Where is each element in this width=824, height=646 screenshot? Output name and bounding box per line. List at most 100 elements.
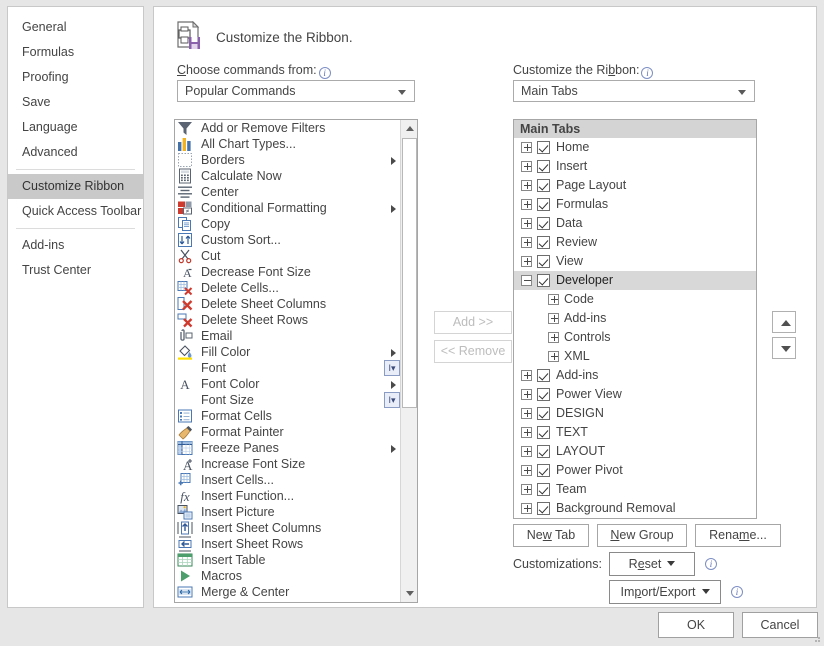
expand-icon[interactable]	[521, 237, 532, 248]
command-list-item[interactable]: All Chart Types...	[175, 136, 402, 152]
sidebar-item-language[interactable]: Language	[8, 115, 143, 140]
tree-item[interactable]: Review	[514, 233, 756, 252]
scroll-down-button[interactable]	[401, 585, 417, 602]
tree-item[interactable]: Insert	[514, 157, 756, 176]
expand-icon[interactable]	[521, 142, 532, 153]
command-list-item[interactable]: A Font Color	[175, 376, 402, 392]
new-tab-button[interactable]: New Tab	[513, 524, 589, 547]
expand-icon[interactable]	[548, 294, 559, 305]
move-up-button[interactable]	[772, 311, 796, 333]
expand-icon[interactable]	[521, 503, 532, 514]
command-list-item[interactable]: Insert Sheet Rows	[175, 536, 402, 552]
commands-list[interactable]: Add or Remove Filters All Chart Types... B…	[174, 119, 418, 603]
add-button[interactable]: Add >>	[434, 311, 512, 334]
expand-icon[interactable]	[521, 218, 532, 229]
command-list-item[interactable]: ≠ Conditional Formatting	[175, 200, 402, 216]
tree-item[interactable]: Code	[514, 290, 756, 309]
command-list-item[interactable]: Freeze Panes	[175, 440, 402, 456]
tree-item[interactable]: View	[514, 252, 756, 271]
sidebar-item-advanced[interactable]: Advanced	[8, 140, 143, 165]
info-icon[interactable]: i	[641, 67, 654, 79]
expand-icon[interactable]	[521, 484, 532, 495]
resize-grip[interactable]	[811, 633, 821, 643]
tree-item[interactable]: Background Removal	[514, 499, 756, 518]
command-list-item[interactable]: Delete Sheet Columns	[175, 296, 402, 312]
command-list-item[interactable]: Font Size I▾	[175, 392, 402, 408]
collapse-icon[interactable]	[521, 275, 532, 286]
new-group-button[interactable]: New Group	[597, 524, 687, 547]
tree-item[interactable]: Home	[514, 138, 756, 157]
expand-icon[interactable]	[521, 180, 532, 191]
tree-item-checkbox[interactable]	[537, 198, 550, 211]
expand-icon[interactable]	[521, 389, 532, 400]
command-list-item[interactable]: Font I▾	[175, 360, 402, 376]
submenu-arrow-icon[interactable]	[391, 445, 396, 453]
tree-item[interactable]: Formulas	[514, 195, 756, 214]
submenu-arrow-icon[interactable]	[391, 157, 396, 165]
tree-item-checkbox[interactable]	[537, 483, 550, 496]
expand-icon[interactable]	[548, 332, 559, 343]
expand-icon[interactable]	[521, 370, 532, 381]
combo-dropdown-icon[interactable]: I▾	[384, 392, 400, 408]
info-icon[interactable]: i	[731, 586, 743, 598]
expand-icon[interactable]	[521, 408, 532, 419]
command-list-item[interactable]: Insert Picture	[175, 504, 402, 520]
choose-commands-from-select[interactable]: Popular Commands	[177, 80, 415, 102]
tree-item[interactable]: Add-ins	[514, 366, 756, 385]
submenu-arrow-icon[interactable]	[391, 205, 396, 213]
tree-item[interactable]: TEXT	[514, 423, 756, 442]
tree-item-checkbox[interactable]	[537, 236, 550, 249]
expand-icon[interactable]	[521, 427, 532, 438]
tree-item-checkbox[interactable]	[537, 160, 550, 173]
tree-item[interactable]: Developer	[514, 271, 756, 290]
command-list-item[interactable]: Copy	[175, 216, 402, 232]
tree-item[interactable]: Power Pivot	[514, 461, 756, 480]
info-icon[interactable]: i	[318, 67, 331, 79]
tree-item[interactable]: Data	[514, 214, 756, 233]
expand-icon[interactable]	[521, 256, 532, 267]
main-tabs-tree[interactable]: Main Tabs Home Insert Page Layout Formulas D…	[513, 119, 757, 519]
command-list-item[interactable]: Insert Sheet Columns	[175, 520, 402, 536]
command-list-item[interactable]: Cut	[175, 248, 402, 264]
tree-item[interactable]: Page Layout	[514, 176, 756, 195]
expand-icon[interactable]	[548, 313, 559, 324]
command-list-item[interactable]: Delete Cells...	[175, 280, 402, 296]
command-list-item[interactable]: Format Painter	[175, 424, 402, 440]
command-list-item[interactable]: A Decrease Font Size	[175, 264, 402, 280]
sidebar-item-add-ins[interactable]: Add-ins	[8, 233, 143, 258]
tree-item[interactable]: Add-ins	[514, 309, 756, 328]
tree-item-checkbox[interactable]	[537, 274, 550, 287]
command-list-item[interactable]: Insert Table	[175, 552, 402, 568]
tree-item[interactable]: DESIGN	[514, 404, 756, 423]
command-list-item[interactable]: Custom Sort...	[175, 232, 402, 248]
command-list-item[interactable]: Center	[175, 184, 402, 200]
tree-item-checkbox[interactable]	[537, 141, 550, 154]
expand-icon[interactable]	[521, 161, 532, 172]
command-list-item[interactable]: Borders	[175, 152, 402, 168]
tree-item[interactable]: LAYOUT	[514, 442, 756, 461]
import-export-button[interactable]: Import/Export	[609, 580, 721, 604]
ok-button[interactable]: OK	[658, 612, 734, 638]
tree-item-checkbox[interactable]	[537, 502, 550, 515]
remove-button[interactable]: << Remove	[434, 340, 512, 363]
customize-ribbon-select[interactable]: Main Tabs	[513, 80, 755, 102]
command-list-item[interactable]: Fill Color	[175, 344, 402, 360]
command-list-item[interactable]: Merge & Center	[175, 584, 402, 600]
tree-item-checkbox[interactable]	[537, 217, 550, 230]
sidebar-item-customize-ribbon[interactable]: Customize Ribbon	[8, 174, 143, 199]
tree-item-checkbox[interactable]	[537, 369, 550, 382]
sidebar-item-general[interactable]: General	[8, 15, 143, 40]
command-list-item[interactable]: fx Insert Function...	[175, 488, 402, 504]
sidebar-item-formulas[interactable]: Formulas	[8, 40, 143, 65]
command-list-item[interactable]: A Increase Font Size	[175, 456, 402, 473]
tree-item-checkbox[interactable]	[537, 407, 550, 420]
scrollbar-thumb[interactable]	[402, 138, 417, 408]
reset-button[interactable]: Reset	[609, 552, 695, 576]
sidebar-item-quick-access-toolbar[interactable]: Quick Access Toolbar	[8, 199, 143, 224]
move-down-button[interactable]	[772, 337, 796, 359]
tree-item-checkbox[interactable]	[537, 179, 550, 192]
scroll-up-button[interactable]	[401, 120, 417, 137]
rename-button[interactable]: Rename...	[695, 524, 781, 547]
command-list-item[interactable]: Insert Cells...	[175, 472, 402, 488]
tree-item[interactable]: Team	[514, 480, 756, 499]
